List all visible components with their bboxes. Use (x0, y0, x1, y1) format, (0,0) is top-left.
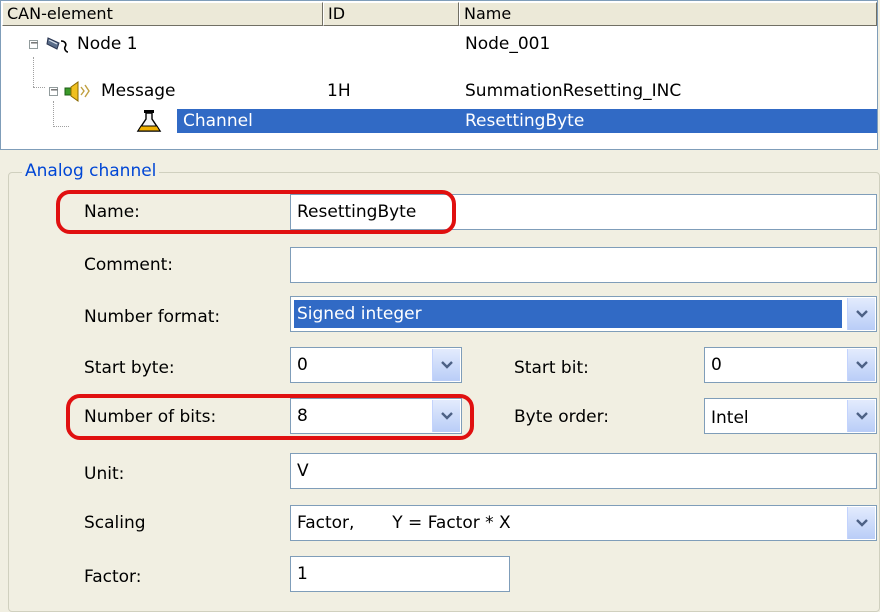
unit-label: Unit: (84, 464, 125, 484)
tree-row-name: ResettingByte (465, 111, 585, 131)
comment-field[interactable] (290, 247, 877, 283)
number-format-label: Number format: (84, 307, 221, 327)
start-byte-label: Start byte: (84, 358, 175, 378)
node-icon (45, 32, 75, 56)
start-bit-value: 0 (711, 355, 722, 375)
chevron-down-icon[interactable] (847, 349, 875, 381)
can-element-tree[interactable]: CAN-element ID Name − Node 1 Node_001 − (0, 0, 878, 150)
tree-row-message[interactable]: − Message 1H SummationResetting_INC (1, 79, 877, 103)
chevron-down-icon[interactable] (847, 507, 875, 539)
number-format-select[interactable]: Signed integer (290, 296, 877, 332)
flask-icon (135, 109, 169, 133)
unit-field[interactable]: V (290, 453, 877, 489)
tree-row-name: SummationResetting_INC (465, 81, 682, 101)
scaling-label: Scaling (84, 513, 146, 533)
start-bit-label: Start bit: (514, 358, 589, 378)
group-title: Analog channel (22, 160, 160, 182)
tree-row-name: Node_001 (465, 34, 551, 54)
number-format-value: Signed integer (297, 304, 422, 324)
factor-field[interactable]: 1 (290, 556, 510, 592)
tree-row-channel[interactable]: Channel ResettingByte (1, 109, 877, 133)
chevron-down-icon[interactable] (847, 400, 875, 432)
byte-order-label: Byte order: (514, 407, 610, 427)
collapse-node-icon[interactable]: − (29, 39, 38, 49)
column-header-id[interactable]: ID (323, 2, 459, 26)
tree-row-label: Channel (183, 111, 253, 131)
scaling-select[interactable]: Factor, Y = Factor * X (290, 505, 877, 541)
tree-row-id: 1H (327, 81, 351, 101)
annotation-highlight-name (56, 190, 456, 234)
chevron-down-icon[interactable] (847, 298, 875, 330)
message-icon (61, 79, 97, 103)
column-header-name[interactable]: Name (459, 2, 877, 26)
collapse-message-icon[interactable]: − (49, 86, 58, 96)
start-byte-select[interactable]: 0 (290, 347, 462, 383)
byte-order-value: Intel (711, 408, 749, 428)
comment-label: Comment: (84, 255, 174, 275)
start-byte-value: 0 (297, 355, 308, 375)
byte-order-select[interactable]: Intel (704, 398, 877, 434)
tree-row-node[interactable]: − Node 1 Node_001 (1, 32, 877, 56)
tree-row-label: Node 1 (77, 34, 138, 54)
chevron-down-icon[interactable] (432, 349, 460, 381)
analog-channel-group (8, 172, 880, 612)
column-header-can-element[interactable]: CAN-element (2, 2, 323, 26)
scaling-value: Factor, Y = Factor * X (297, 513, 511, 533)
start-bit-select[interactable]: 0 (704, 347, 877, 383)
annotation-highlight-number-of-bits (66, 394, 474, 440)
tree-row-label: Message (101, 81, 176, 101)
factor-label: Factor: (84, 567, 142, 587)
